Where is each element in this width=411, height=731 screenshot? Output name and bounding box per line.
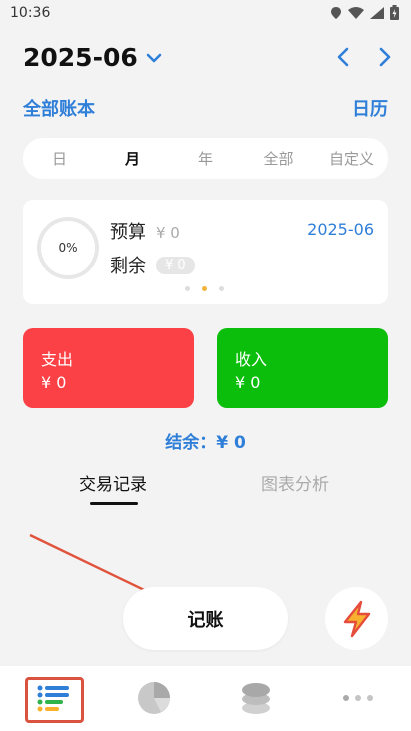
income-value: ¥ 0 [235,373,261,392]
status-time: 10:36 [10,5,51,21]
status-bar: 10:36 [0,0,411,28]
coins-icon [242,683,270,714]
budget-percent: 0% [58,241,78,255]
location-icon [331,6,341,19]
lightning-icon [343,600,370,637]
income-card[interactable]: 收入 ¥ 0 [217,328,388,408]
income-label: 收入 [235,350,268,369]
month-selector[interactable]: 2025-06 [23,43,162,72]
battery-icon [390,5,399,20]
nav-highlight-box [25,677,84,723]
status-icons [330,5,399,20]
remaining-label: 剩余 [110,256,146,277]
tab-chart-analysis[interactable]: 图表分析 [261,470,329,495]
balance-text: 结余：¥ 0 [165,433,246,453]
tab-year[interactable]: 年 [176,148,236,169]
page-dot-active [202,286,207,291]
nav-statistics[interactable] [124,674,184,722]
chevron-left-icon[interactable] [335,46,351,68]
more-icon [343,695,373,701]
tab-custom[interactable]: 自定义 [322,148,382,169]
all-ledgers-link[interactable]: 全部账本 [23,95,95,121]
budget-progress-ring: 0% [37,217,99,279]
budget-date: 2025-06 [307,220,374,239]
page-dot [219,286,224,291]
expense-value: ¥ 0 [41,373,67,392]
quick-record-button[interactable] [325,587,388,650]
period-tabs: 日 月 年 全部 自定义 [23,138,388,179]
page-dot [185,286,190,291]
calendar-link[interactable]: 日历 [352,95,388,121]
record-button[interactable]: 记账 [123,587,288,650]
expense-card[interactable]: 支出 ¥ 0 [23,328,194,408]
month-title: 2025-06 [23,43,138,72]
tab-day[interactable]: 日 [30,148,90,169]
wifi-icon [348,6,364,19]
chevron-right-icon[interactable] [377,46,393,68]
pie-chart-icon [138,682,170,714]
signal-icon [370,6,384,19]
tab-month[interactable]: 月 [103,148,163,169]
expense-label: 支出 [41,350,74,369]
page-indicator [185,286,224,291]
nav-assets[interactable] [226,674,286,722]
budget-card[interactable]: 0% 预算 ¥ 0 2025-06 剩余 ¥ 0 [23,200,388,304]
nav-more[interactable] [328,674,388,722]
tab-all[interactable]: 全部 [249,148,309,169]
active-tab-indicator [90,502,138,505]
budget-label: 预算 [110,222,146,243]
remaining-value: ¥ 0 [156,256,195,274]
chevron-down-icon [146,53,162,62]
month-navigation [335,46,393,68]
budget-value: ¥ 0 [156,224,180,242]
tab-transactions[interactable]: 交易记录 [79,470,147,495]
